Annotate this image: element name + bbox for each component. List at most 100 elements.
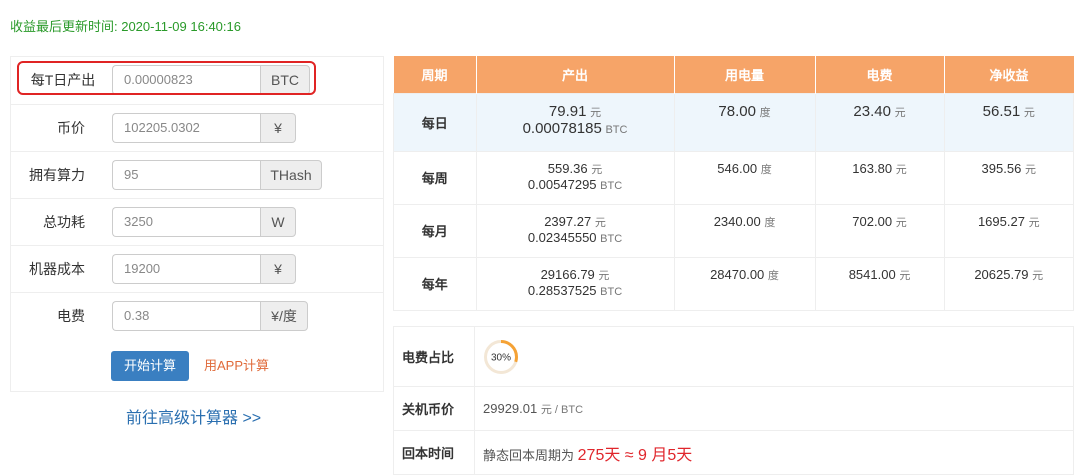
unit-label: 元 xyxy=(1028,217,1040,229)
electricity-fee-input[interactable]: 0.38 xyxy=(112,301,260,331)
header-output: 产出 xyxy=(476,56,675,94)
unit-label: 元 xyxy=(895,217,907,229)
period-cell: 每年 xyxy=(393,257,477,311)
machine-cost-input[interactable]: 19200 xyxy=(112,254,260,284)
field-label: 机器成本 xyxy=(29,261,85,277)
fee-cell: 702.00 元 xyxy=(814,204,945,258)
unit-label: 元 xyxy=(895,164,907,176)
hashrate-input[interactable]: 95 xyxy=(112,160,260,190)
unit-addon: W xyxy=(260,207,296,237)
field-label: 拥有算力 xyxy=(29,167,85,183)
header-fee: 电费 xyxy=(815,56,945,94)
fee-value: 702.00 xyxy=(852,214,893,229)
unit-label: 元 xyxy=(594,217,606,229)
fee-ratio-label: 电费占比 xyxy=(393,326,475,387)
shutdown-value: 29929.01 xyxy=(483,400,538,416)
field-label: 总功耗 xyxy=(43,214,85,230)
output-cell: 559.36 元 0.00547295 BTC xyxy=(475,151,675,205)
payback-label: 回本时间 xyxy=(393,430,475,475)
shutdown-cell: 29929.01 元 / BTC xyxy=(474,386,1074,431)
power-cell: 2340.00 度 xyxy=(673,204,816,258)
unit-addon: THash xyxy=(260,160,322,190)
output-cny: 29166.79 xyxy=(540,267,595,282)
highlight-box xyxy=(17,61,316,95)
shutdown-price-row: 关机币价 29929.01 元 / BTC xyxy=(393,386,1074,431)
unit-label: 度 xyxy=(759,107,771,119)
output-btc: 0.02345550 xyxy=(527,230,597,245)
unit-label: 元 xyxy=(598,270,610,282)
period-cell: 每月 xyxy=(393,204,477,258)
update-time: 收益最后更新时间: 2020-11-09 16:40:16 xyxy=(10,19,241,34)
calc-form: 每T日产出 0.00000823 BTC 币价 102205.0302 ¥ 拥有… xyxy=(10,56,384,392)
shutdown-label: 关机币价 xyxy=(393,386,475,431)
field-label: 币价 xyxy=(57,120,85,136)
table-row: 每年 29166.79 元 0.28537525 BTC 28470.00 度 8… xyxy=(393,257,1074,311)
net-cell: 56.51 元 xyxy=(943,93,1074,152)
coin-price-input[interactable]: 102205.0302 xyxy=(112,113,260,143)
ring-chart: 30% xyxy=(484,339,518,374)
power-value: 78.00 xyxy=(718,103,756,120)
power-cell: 546.00 度 xyxy=(673,151,816,205)
result-header: 周期 产出 用电量 电费 净收益 xyxy=(393,56,1074,94)
table-row: 每月 2397.27 元 0.02345550 BTC 2340.00 度 702… xyxy=(393,204,1074,258)
net-value: 20625.79 xyxy=(974,267,1029,282)
unit-label: 元 xyxy=(590,107,602,119)
output-cny: 2397.27 xyxy=(544,214,592,229)
net-cell: 1695.27 元 xyxy=(943,204,1074,258)
unit-label: 元 xyxy=(894,107,906,119)
unit-addon: ¥ xyxy=(260,113,296,143)
advanced-calculator-link[interactable]: 前往高级计算器 >> xyxy=(126,404,261,428)
payback-prefix: 静态回本周期为 xyxy=(483,447,575,463)
net-value: 56.51 xyxy=(982,103,1021,120)
fee-cell: 23.40 元 xyxy=(814,93,945,152)
output-cell: 79.91 元 0.00078185 BTC xyxy=(475,93,675,152)
unit-addon: ¥ xyxy=(260,254,296,284)
header-net: 净收益 xyxy=(944,56,1074,94)
fee-cell: 8541.00 元 xyxy=(814,257,945,311)
field-label: 电费 xyxy=(57,308,85,324)
power-input[interactable]: 3250 xyxy=(112,207,260,237)
power-cell: 28470.00 度 xyxy=(673,257,816,311)
output-cell: 2397.27 元 0.02345550 BTC xyxy=(475,204,675,258)
fee-ratio-row: 电费占比 30% xyxy=(393,326,1074,387)
table-row: 每日 79.91 元 0.00078185 BTC 78.00 度 23.40 元… xyxy=(393,93,1074,152)
output-btc: 0.28537525 xyxy=(527,283,597,298)
ring-label: 30% xyxy=(491,352,511,363)
output-btc: 0.00547295 xyxy=(527,177,597,192)
fee-value: 23.40 xyxy=(853,103,891,120)
summary-table: 电费占比 30% 关机币价 29929.01 元 / BTC 回本时间 静态回本… xyxy=(393,326,1074,475)
unit-label: 元 xyxy=(591,164,603,176)
unit-label: BTC xyxy=(600,286,623,298)
unit-label: 元 xyxy=(1032,270,1044,282)
unit-label: 度 xyxy=(767,270,779,282)
header-period: 周期 xyxy=(393,56,477,94)
unit-label: BTC xyxy=(600,233,623,245)
power-value: 28470.00 xyxy=(710,267,765,282)
power-value: 2340.00 xyxy=(713,214,761,229)
net-value: 395.56 xyxy=(981,161,1022,176)
net-cell: 395.56 元 xyxy=(943,151,1074,205)
app-calc-link[interactable]: 用APP计算 xyxy=(204,351,269,381)
result-table: 周期 产出 用电量 电费 净收益 每日 79.91 元 0.00078185 BT… xyxy=(393,56,1074,311)
form-row-fee: 电费 0.38 ¥/度 xyxy=(11,292,383,340)
form-row-output: 每T日产出 0.00000823 BTC xyxy=(11,57,383,104)
shutdown-unit: 元 / BTC xyxy=(540,403,584,416)
unit-label: BTC xyxy=(605,124,628,136)
unit-label: 度 xyxy=(760,164,772,176)
output-cny: 559.36 xyxy=(547,161,588,176)
start-calc-button[interactable]: 开始计算 xyxy=(111,351,189,381)
header-power: 用电量 xyxy=(674,56,816,94)
form-row-price: 币价 102205.0302 ¥ xyxy=(11,104,383,152)
unit-label: BTC xyxy=(600,180,623,192)
payback-value: 275天 ≈ 9 月5天 xyxy=(577,446,693,464)
payback-cell: 静态回本周期为 275天 ≈ 9 月5天 xyxy=(474,430,1074,475)
form-row-hashrate: 拥有算力 95 THash xyxy=(11,151,383,199)
unit-label: 元 xyxy=(1024,164,1036,176)
unit-label: 元 xyxy=(1023,107,1035,119)
fee-ratio-ring: 30% xyxy=(483,339,519,375)
unit-addon: ¥/度 xyxy=(260,301,308,331)
net-value: 1695.27 xyxy=(977,214,1025,229)
period-cell: 每日 xyxy=(393,93,477,152)
output-cny: 79.91 xyxy=(548,103,587,120)
fee-value: 8541.00 xyxy=(848,267,896,282)
